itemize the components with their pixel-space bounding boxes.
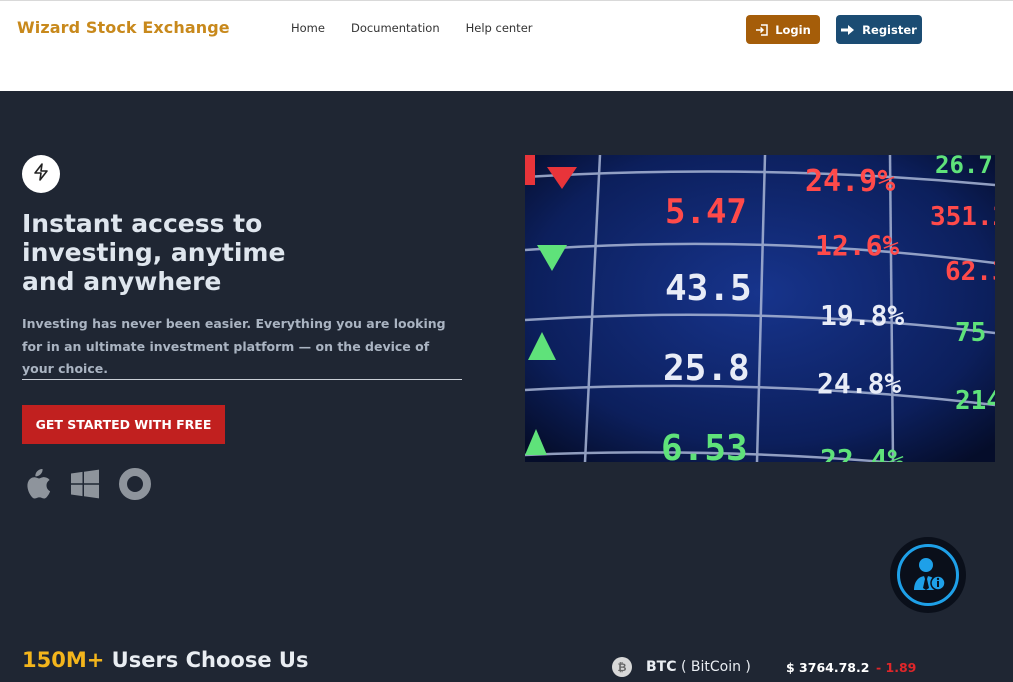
arrow-right-icon [841,24,855,35]
stock-value: 19.8% [820,299,904,332]
users-label: Users Choose Us [104,648,309,672]
stock-value: 12.6% [815,229,899,262]
headline-line-3: and anywhere [22,267,222,296]
support-ring [897,544,959,606]
stock-value: 43.5 [665,268,752,309]
headline-line-1: Instant access to [22,209,263,238]
stock-value: 214 [955,386,995,416]
stock-value: 6.53 [661,428,748,462]
stock-value: 75 [955,318,986,348]
nav-documentation[interactable]: Documentation [351,21,440,35]
main-nav: Home Documentation Help center [291,21,559,35]
hero-section: Instant access to investing, anytime and… [0,91,1013,682]
stock-value: 24.9% [805,164,895,199]
login-label: Login [775,22,811,37]
nav-help-center[interactable]: Help center [466,21,533,35]
stock-value: 24.8% [817,367,901,400]
users-stat: 150M+ Users Choose Us [22,648,308,672]
ticker-row: ₿ BTC ( BitCoin ) $ 3764.78.2 - 1.89 [600,647,960,682]
windows-icon[interactable] [70,469,100,503]
hero-subtext: Investing has never been easier. Everyth… [22,313,462,380]
stock-value: 26.7 [935,155,993,179]
stock-value: 5.47 [665,192,747,232]
bolt-icon [32,163,50,185]
stock-value: 351.2 [930,202,995,232]
register-button[interactable]: Register [836,15,922,44]
bolt-badge [22,155,60,193]
ticker-coin-name: ( BitCoin ) [680,659,751,675]
login-icon [755,23,769,37]
platform-icons [22,467,152,505]
ticker-change: - 1.89 [876,659,917,675]
support-chat-button[interactable] [890,537,966,613]
headline-line-2: investing, anytime [22,238,286,267]
stock-value: 25.8 [663,348,750,389]
apple-icon[interactable] [22,467,52,505]
login-button[interactable]: Login [746,15,820,44]
site-header: Wizard Stock Exchange Home Documentation… [0,0,1013,91]
users-count: 150M+ [22,648,105,672]
hero-headline: Instant access to investing, anytime and… [22,209,382,296]
stock-value: 22.4% [820,443,904,462]
register-label: Register [862,22,917,37]
ticker-name: BTC ( BitCoin ) [646,659,786,675]
stock-value: 62.3 [945,257,995,287]
get-started-button[interactable]: GET STARTED WITH FREE [22,405,225,444]
ticker-symbol: BTC [646,659,677,675]
support-agent-icon [907,552,949,598]
stock-board-image: 5.47 24.9% 351.2 12.6% 43.5 62.3 19.8% 7… [525,155,995,462]
bitcoin-icon: ₿ [612,657,632,677]
ticker-price: $ 3764.78.2 [786,659,870,675]
nav-home[interactable]: Home [291,21,325,35]
brand-logo[interactable]: Wizard Stock Exchange [17,18,230,37]
circle-icon[interactable] [118,467,152,505]
